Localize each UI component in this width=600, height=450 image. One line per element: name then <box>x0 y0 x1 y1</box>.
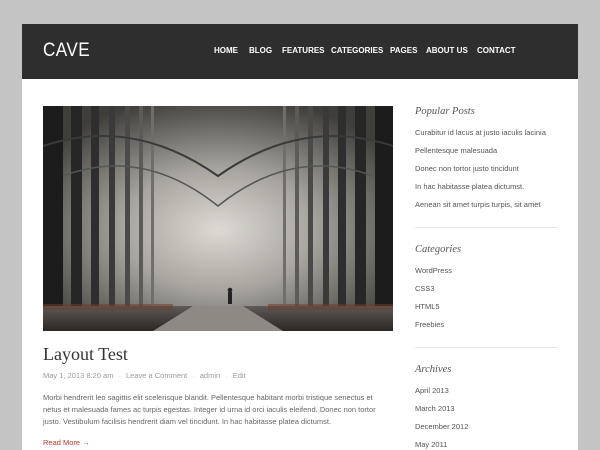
popular-post-item[interactable]: Donec non tortor justo tincidunt <box>415 164 519 173</box>
forest-path-image <box>43 106 393 331</box>
category-item[interactable]: HTML5 <box>415 302 440 311</box>
category-item[interactable]: Freebies <box>415 320 444 329</box>
nav-item-features[interactable]: FEATURES <box>282 46 325 55</box>
author-link[interactable]: admin <box>200 371 220 380</box>
popular-post-item[interactable]: Pellentesque malesuada <box>415 146 497 155</box>
meta-separator: · <box>192 371 195 380</box>
post-excerpt: Morbi hendrerit leo sagittis elit sceler… <box>43 393 376 426</box>
category-item[interactable]: WordPress <box>415 266 452 275</box>
page-frame: CAVE HOME BLOG FEATURES CATEGORIES PAGES… <box>22 24 578 450</box>
nav-item-blog[interactable]: BLOG <box>249 46 272 55</box>
meta-separator: · <box>225 371 228 380</box>
widget-divider <box>415 227 557 228</box>
archive-item[interactable]: December 2012 <box>415 422 468 431</box>
post-title[interactable]: Layout Test <box>43 344 128 365</box>
site-logo[interactable]: CAVE <box>43 40 90 62</box>
archives-title: Archives <box>415 364 452 375</box>
nav-item-about-us[interactable]: ABOUT US <box>426 46 468 55</box>
comments-link[interactable]: Leave a Comment <box>126 371 187 380</box>
popular-post-item[interactable]: Aenean sit amet turpis turpis, sit amet <box>415 200 540 209</box>
meta-separator: · <box>118 371 121 380</box>
nav-item-contact[interactable]: CONTACT <box>477 46 516 55</box>
nav-item-home[interactable]: HOME <box>214 46 238 55</box>
post-date: May 1, 2013 8:20 am <box>43 371 114 380</box>
popular-post-item[interactable]: Curabitur id lacus at justo iaculis laci… <box>415 128 546 137</box>
nav-item-pages[interactable]: PAGES <box>390 46 417 55</box>
category-item[interactable]: CSS3 <box>415 284 435 293</box>
site-header: CAVE HOME BLOG FEATURES CATEGORIES PAGES… <box>22 24 578 79</box>
popular-posts-title: Popular Posts <box>415 106 475 117</box>
read-more-link[interactable]: Read More → <box>43 438 90 447</box>
popular-post-item[interactable]: In hac habitasse platea dictumst. <box>415 182 524 191</box>
edit-link[interactable]: Edit <box>233 371 246 380</box>
archive-item[interactable]: March 2013 <box>415 404 455 413</box>
post-meta: May 1, 2013 8:20 am · Leave a Comment · admi… <box>43 371 246 380</box>
widget-divider <box>415 347 557 348</box>
nav-item-categories[interactable]: CATEGORIES <box>331 46 383 55</box>
featured-image[interactable] <box>43 106 393 331</box>
categories-title: Categories <box>415 244 462 255</box>
archive-item[interactable]: May 2011 <box>415 440 447 449</box>
archive-item[interactable]: April 2013 <box>415 386 449 395</box>
